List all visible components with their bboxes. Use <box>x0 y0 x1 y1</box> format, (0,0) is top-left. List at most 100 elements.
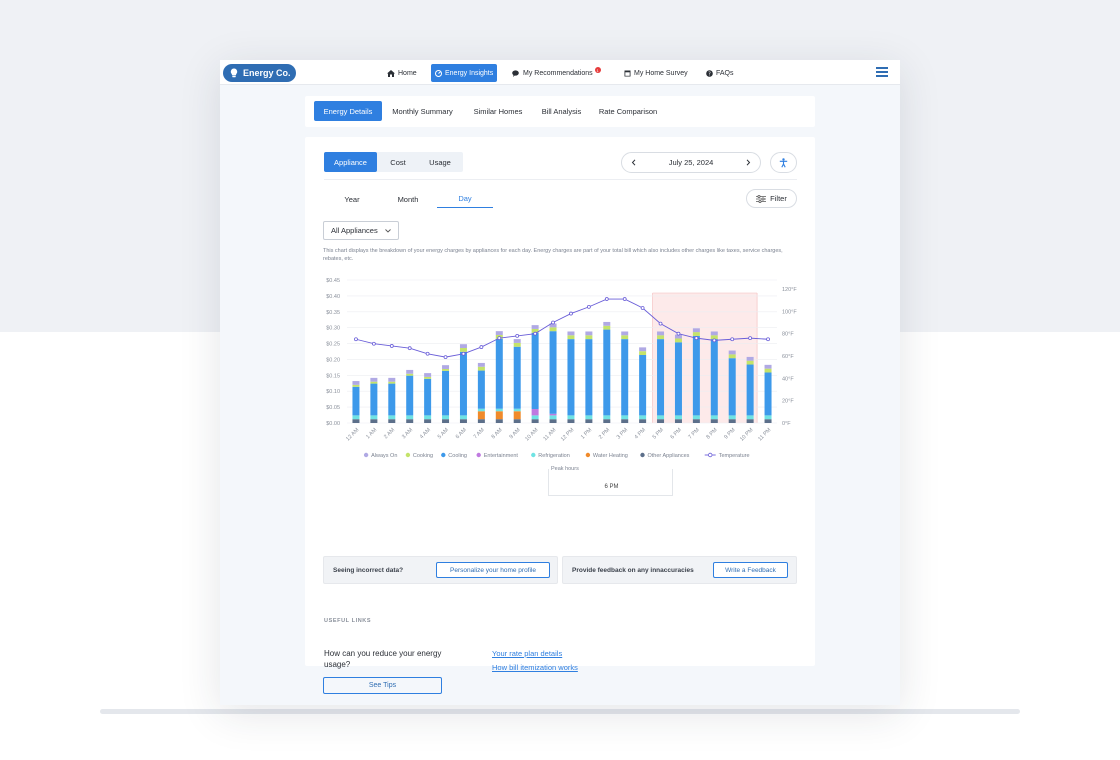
bar-segment-always-on <box>657 331 665 336</box>
legend-label: Temperature <box>719 453 750 459</box>
bar-segment-refrigeration <box>477 408 485 412</box>
bar-segment-refrigeration <box>370 415 378 420</box>
filter-button[interactable]: Filter <box>746 189 797 208</box>
toggle-appliance[interactable]: Appliance <box>324 152 377 172</box>
bar-segment-refrigeration <box>764 415 772 420</box>
tooltip-value: 6 PM <box>604 484 619 490</box>
bar-segment-cooling <box>692 335 700 416</box>
x-tick-label: 1 AM <box>365 427 378 440</box>
bar-segment-cooking <box>459 348 467 352</box>
home-icon <box>387 69 395 77</box>
y-tick-label: $0.25 <box>326 342 340 348</box>
bar-segment-always-on <box>531 325 539 329</box>
bar-segment-entertainment <box>531 409 539 416</box>
bar-segment-cooling <box>442 370 450 416</box>
bar-segment-other-appliances <box>352 419 360 423</box>
chat-bubble-icon <box>512 69 519 77</box>
nav-my-recommendations[interactable]: My Recommendations 1 <box>512 64 601 82</box>
toggle-usage[interactable]: Usage <box>420 152 460 172</box>
brand-logo[interactable]: Energy Co. <box>223 64 296 82</box>
period-month[interactable]: Month <box>380 190 436 208</box>
bar-segment-other-appliances <box>674 419 682 423</box>
bill-itemization-link[interactable]: How bill itemization works <box>492 663 578 672</box>
bar-segment-other-appliances <box>370 419 378 423</box>
nav-my-home-survey[interactable]: My Home Survey <box>624 64 688 82</box>
x-tick-label: 9 PM <box>723 427 737 441</box>
menu-hamburger-icon[interactable] <box>876 67 888 77</box>
x-tick-label: 10 AM <box>524 427 540 443</box>
nav-faqs-label: FAQs <box>716 69 734 77</box>
y-tick-label: $0.30 <box>326 326 340 332</box>
tab-monthly-summary[interactable]: Monthly Summary <box>387 101 458 121</box>
appliance-select-value: All Appliances <box>331 226 378 235</box>
bar-segment-always-on <box>513 339 521 343</box>
legend-swatch-water-heating <box>585 452 591 458</box>
accessibility-button[interactable] <box>770 152 797 173</box>
bar-segment-refrigeration <box>674 415 682 420</box>
tab-similar-homes[interactable]: Similar Homes <box>468 101 528 121</box>
bar-segment-other-appliances <box>459 419 467 423</box>
bar-segment-cooking <box>585 335 593 340</box>
temperature-point <box>640 306 645 310</box>
bar-segment-always-on <box>406 369 414 374</box>
see-tips-button[interactable]: See Tips <box>323 677 442 694</box>
bar-segment-other-appliances <box>513 419 521 423</box>
x-tick-label: 8 AM <box>491 427 504 440</box>
tab-energy-details[interactable]: Energy Details <box>314 101 382 121</box>
bar-segment-always-on <box>370 377 378 382</box>
bar-segment-cooling <box>764 372 772 416</box>
temperature-point <box>748 336 753 341</box>
chevron-right-icon[interactable] <box>745 159 751 166</box>
bar-segment-always-on <box>621 331 629 336</box>
bar-segment-other-appliances <box>424 419 432 423</box>
tab-bill-analysis[interactable]: Bill Analysis <box>537 101 586 121</box>
temperature-point <box>730 337 735 342</box>
period-day[interactable]: Day <box>437 190 493 208</box>
tab-rate-comparison[interactable]: Rate Comparison <box>595 101 661 121</box>
divider <box>324 179 797 180</box>
bar-segment-cooling <box>657 339 665 416</box>
chevron-left-icon[interactable] <box>631 159 637 166</box>
reduce-usage-question: How can you reduce your energy usage? <box>324 649 442 669</box>
toggle-cost[interactable]: Cost <box>382 152 414 172</box>
personalize-profile-button[interactable]: Personalize your home profile <box>436 562 550 578</box>
period-year[interactable]: Year <box>324 190 380 208</box>
temperature-point <box>622 297 627 301</box>
bar-segment-cooking <box>352 384 360 387</box>
peak-hours-tooltip: Peak hours 6 PM <box>548 466 673 496</box>
nav-faqs[interactable]: ? FAQs <box>706 64 734 82</box>
filter-label: Filter <box>770 194 787 203</box>
bar-segment-cooling <box>746 364 754 416</box>
y-tick-label: $0.10 <box>326 389 340 395</box>
nav-my-home-survey-label: My Home Survey <box>634 69 688 77</box>
x-tick-label: 12 PM <box>560 427 576 443</box>
x-tick-label: 6 PM <box>670 427 684 441</box>
bar-segment-other-appliances <box>406 419 414 423</box>
appliance-select[interactable]: All Appliances <box>323 221 399 240</box>
bar-segment-other-appliances <box>603 419 611 423</box>
x-tick-label: 8 PM <box>705 427 719 441</box>
bar-segment-cooling <box>477 370 485 409</box>
bar-segment-cooling <box>352 386 360 416</box>
bar-segment-always-on <box>477 362 485 367</box>
nav-energy-insights[interactable]: Energy Insights <box>431 64 498 82</box>
bar-segment-always-on <box>424 373 432 377</box>
nav-home[interactable]: Home <box>387 64 417 82</box>
x-tick-label: 10 PM <box>739 427 755 443</box>
bar-segment-refrigeration <box>567 415 575 420</box>
bar-segment-cooling <box>459 351 467 416</box>
temperature-point <box>533 331 538 336</box>
x-tick-label: 2 PM <box>598 427 612 441</box>
bar-segment-refrigeration <box>728 415 736 420</box>
bar-segment-water-heating <box>477 411 485 420</box>
write-feedback-button[interactable]: Write a Feedback <box>713 562 788 578</box>
x-tick-label: 4 PM <box>634 427 648 441</box>
temperature-point <box>694 336 699 341</box>
bar-segment-cooking <box>674 338 682 343</box>
bar-segment-always-on <box>442 365 450 369</box>
y2-tick-label: 0°F <box>782 421 791 427</box>
legend-label: Cooking <box>413 453 433 459</box>
rate-plan-link[interactable]: Your rate plan details <box>492 649 562 658</box>
legend-swatch-entertainment <box>476 452 481 458</box>
temperature-point <box>658 321 663 326</box>
